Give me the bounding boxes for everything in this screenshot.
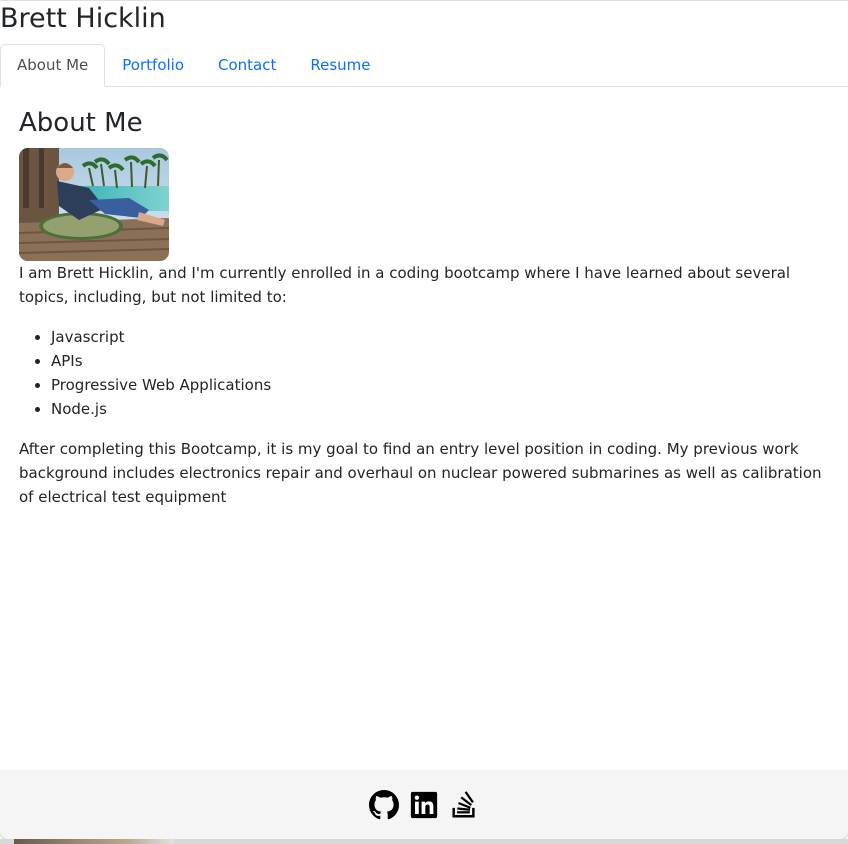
social-links	[0, 790, 848, 820]
tab-about-me[interactable]: About Me	[0, 44, 106, 87]
footer	[0, 770, 848, 839]
list-item: Node.js	[51, 397, 829, 421]
background-strip	[0, 839, 848, 844]
about-section: About Me I am Brett Hicklin, and I'm cur…	[19, 105, 829, 509]
tab-contact[interactable]: Contact	[201, 44, 293, 86]
intro-text: I am Brett Hicklin, and I'm currently en…	[19, 264, 791, 306]
goal-text: After completing this Bootcamp, it is my…	[19, 440, 822, 506]
github-icon[interactable]	[369, 790, 399, 820]
linkedin-icon[interactable]	[409, 790, 439, 820]
stack-overflow-icon[interactable]	[449, 790, 479, 820]
profile-photo	[19, 148, 169, 261]
tab-resume[interactable]: Resume	[293, 44, 387, 86]
list-item: Javascript	[51, 325, 829, 349]
topic-list: Javascript APIs Progressive Web Applicat…	[19, 325, 829, 421]
list-item: APIs	[51, 349, 829, 373]
nav-tabs: About Me Portfolio Contact Resume	[0, 44, 848, 87]
section-heading: About Me	[19, 108, 143, 138]
site-title: Brett Hicklin	[0, 3, 166, 34]
background-photo-edge	[14, 839, 174, 844]
list-item: Progressive Web Applications	[51, 373, 829, 397]
page: Brett Hicklin About Me Portfolio Contact…	[0, 0, 848, 844]
tab-portfolio[interactable]: Portfolio	[105, 44, 201, 86]
